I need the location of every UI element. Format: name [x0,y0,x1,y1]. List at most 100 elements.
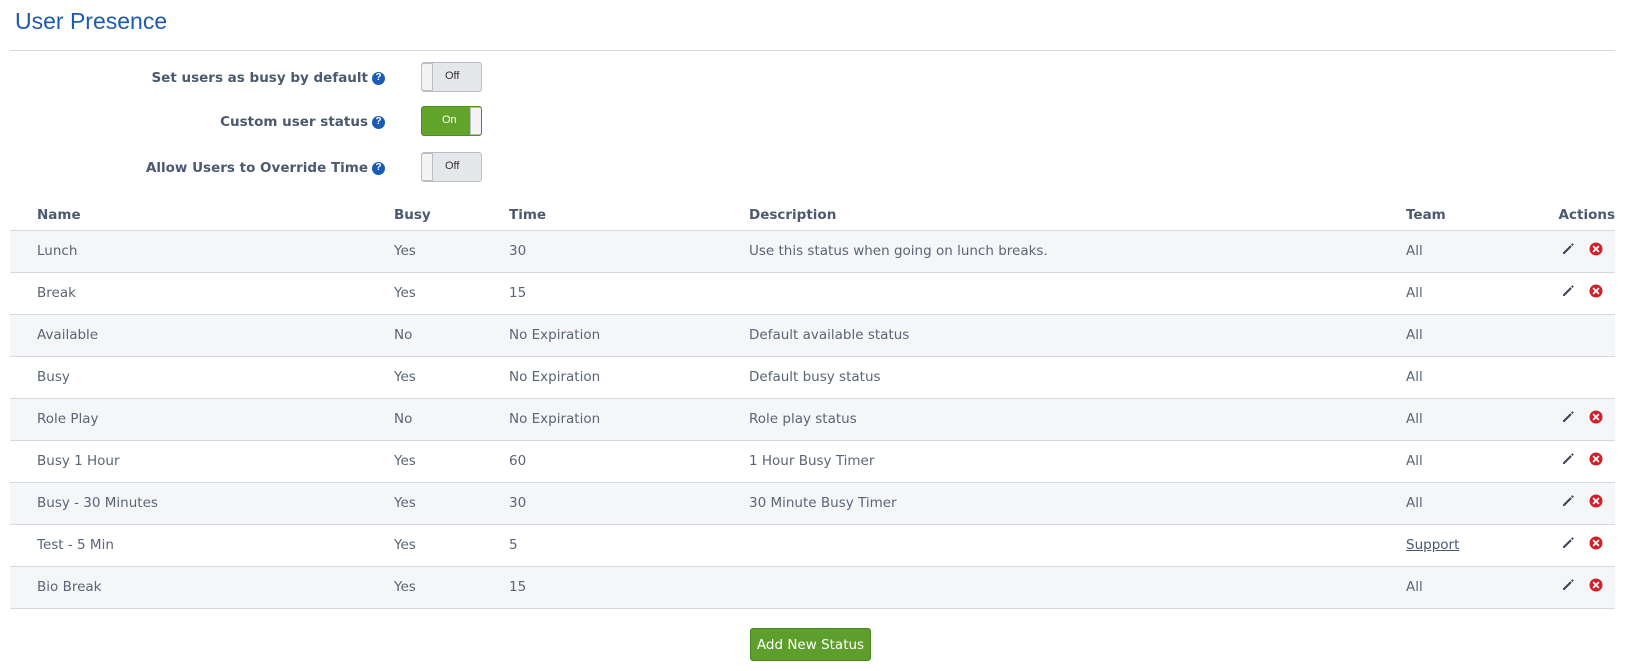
delete-circle-icon[interactable] [1589,284,1603,302]
status-name: Busy 1 Hour [10,440,394,483]
toggle-state-label: On [442,114,457,126]
table-row: Available No No Expiration Default availabl… [10,314,1615,357]
status-team: All [1406,314,1543,357]
status-name: Bio Break [10,566,394,609]
toggle-state-label: Off [445,160,460,172]
status-busy: No [394,398,509,441]
status-name: Busy [10,356,394,399]
column-header-actions: Actions [1543,203,1615,231]
table-row: Test - 5 Min Yes 5 Support [10,524,1615,567]
status-description: Default available status [749,314,1406,357]
table-row: Lunch Yes 30 Use this status when going on … [10,230,1615,273]
column-header-time[interactable]: Time [509,203,749,231]
status-team: All [1406,230,1543,273]
setting-override-time: Allow Users to Override Time ? Off [0,151,500,183]
status-actions [1543,398,1615,441]
status-description: 1 Hour Busy Timer [749,440,1406,483]
table-row: Role Play No No Expiration Role play status… [10,398,1615,441]
status-time: No Expiration [509,356,749,399]
delete-circle-icon[interactable] [1589,452,1603,470]
pencil-icon[interactable] [1561,452,1575,470]
status-description: Default busy status [749,356,1406,399]
status-team: Support [1406,524,1543,567]
status-actions [1543,482,1615,525]
status-actions [1543,524,1615,567]
status-name: Break [10,272,394,315]
setting-custom-user-status: Custom user status ? On [0,105,500,137]
team-value: All [1406,411,1423,427]
pencil-icon[interactable] [1561,242,1575,260]
status-busy: Yes [394,440,509,483]
page-title: User Presence [15,8,168,34]
table-header-row: Name Busy Time Description Team Actions [10,203,1615,231]
status-team: All [1406,440,1543,483]
team-value: All [1406,495,1423,511]
status-team: All [1406,272,1543,315]
override-time-toggle[interactable]: Off [421,152,482,182]
status-name: Available [10,314,394,357]
column-header-description[interactable]: Description [749,203,1406,231]
status-actions [1543,440,1615,483]
team-value: All [1406,327,1423,343]
status-table-body: Lunch Yes 30 Use this status when going on … [10,230,1615,609]
add-new-status-button[interactable]: Add New Status [750,628,871,661]
status-time: 60 [509,440,749,483]
status-team: All [1406,398,1543,441]
pencil-icon[interactable] [1561,536,1575,554]
status-description [749,272,1406,315]
title-divider [10,50,1615,51]
team-value: All [1406,369,1423,385]
table-row: Busy Yes No Expiration Default busy status A… [10,356,1615,399]
status-description [749,524,1406,567]
status-time: 5 [509,524,749,567]
status-time: 15 [509,272,749,315]
status-team: All [1406,482,1543,525]
custom-user-status-toggle[interactable]: On [421,106,482,136]
question-circle-icon[interactable]: ? [372,161,385,175]
column-header-busy[interactable]: Busy [394,203,509,231]
status-time: 30 [509,482,749,525]
delete-circle-icon[interactable] [1589,578,1603,596]
question-circle-icon[interactable]: ? [372,115,385,129]
status-busy: Yes [394,230,509,273]
column-header-name[interactable]: Name [10,203,394,231]
status-actions [1543,230,1615,273]
pencil-icon[interactable] [1561,494,1575,512]
status-actions [1543,566,1615,609]
status-description: Use this status when going on lunch brea… [749,230,1406,273]
delete-circle-icon[interactable] [1589,410,1603,428]
status-busy: No [394,314,509,357]
status-description: 30 Minute Busy Timer [749,482,1406,525]
toggle-knob [422,63,433,91]
table-row: Busy - 30 Minutes Yes 30 30 Minute Busy Tim… [10,482,1615,525]
status-time: No Expiration [509,398,749,441]
setting-label: Custom user status [220,114,368,130]
question-circle-icon[interactable]: ? [372,71,385,85]
status-busy: Yes [394,272,509,315]
table-row: Busy 1 Hour Yes 60 1 Hour Busy Timer All [10,440,1615,483]
busy-by-default-toggle[interactable]: Off [421,62,482,92]
delete-circle-icon[interactable] [1589,494,1603,512]
status-description [749,566,1406,609]
toggle-knob [422,153,433,181]
team-link[interactable]: Support [1406,537,1459,553]
status-busy: Yes [394,482,509,525]
status-actions [1543,314,1615,357]
status-table: Name Busy Time Description Team Actions … [10,203,1615,609]
team-value: All [1406,579,1423,595]
column-header-team[interactable]: Team [1406,203,1543,231]
setting-label: Set users as busy by default [151,70,368,86]
status-team: All [1406,566,1543,609]
status-busy: Yes [394,356,509,399]
table-row: Bio Break Yes 15 All [10,566,1615,609]
status-time: 15 [509,566,749,609]
pencil-icon[interactable] [1561,578,1575,596]
status-time: No Expiration [509,314,749,357]
status-description: Role play status [749,398,1406,441]
status-team: All [1406,356,1543,399]
pencil-icon[interactable] [1561,284,1575,302]
toggle-knob [470,107,481,135]
delete-circle-icon[interactable] [1589,536,1603,554]
delete-circle-icon[interactable] [1589,242,1603,260]
pencil-icon[interactable] [1561,410,1575,428]
